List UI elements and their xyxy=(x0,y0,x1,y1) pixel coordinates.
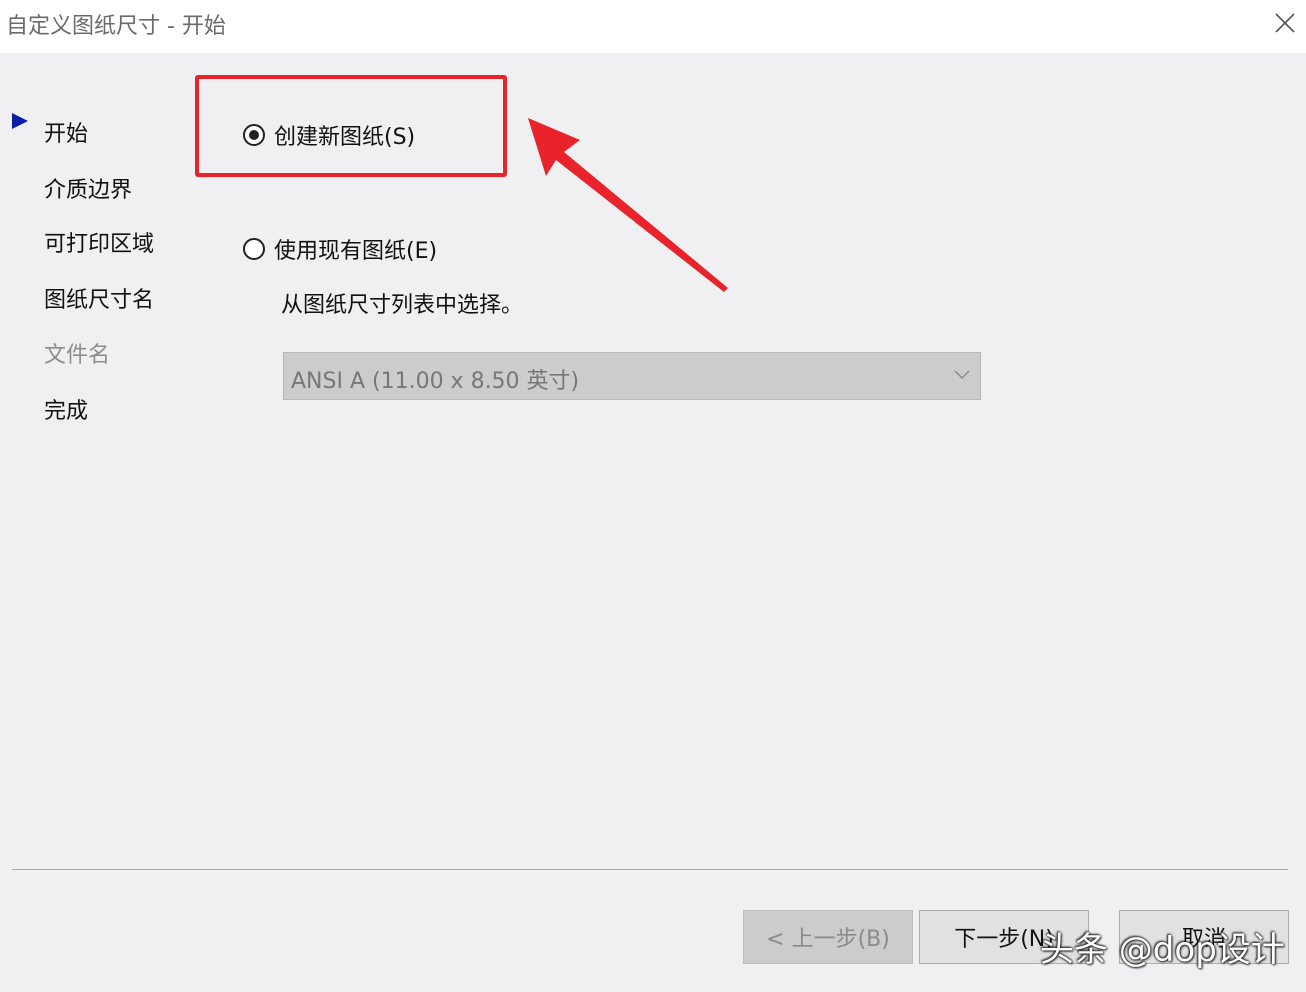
highlight-box-annotation xyxy=(195,75,507,177)
watermark: 头条 @dop设计 xyxy=(1040,930,1285,970)
play-arrow-icon xyxy=(12,113,28,129)
paper-size-select-value: ANSI A (11.00 x 8.50 英寸) xyxy=(291,369,580,394)
chevron-down-icon xyxy=(954,370,970,379)
close-icon xyxy=(1275,13,1295,33)
footer-divider xyxy=(12,869,1288,870)
paper-size-hint: 从图纸尺寸列表中选择。 xyxy=(281,293,524,318)
window-title: 自定义图纸尺寸 - 开始 xyxy=(6,14,226,39)
nav-item-finish[interactable]: 完成 xyxy=(44,393,88,425)
nav-item-start[interactable]: 开始 xyxy=(44,116,88,148)
close-button[interactable] xyxy=(1268,6,1302,40)
paper-size-select: ANSI A (11.00 x 8.50 英寸) xyxy=(283,352,981,400)
arrow-annotation-icon xyxy=(528,118,728,292)
use-existing-paper-label: 使用现有图纸(E) xyxy=(274,239,438,264)
nav-item-paper-size-name[interactable]: 图纸尺寸名 xyxy=(44,282,154,314)
title-bar: 自定义图纸尺寸 - 开始 xyxy=(0,0,1306,53)
radio-unchecked-indicator xyxy=(243,238,265,260)
nav-item-printable-area[interactable]: 可打印区域 xyxy=(44,226,154,258)
use-existing-paper-radio[interactable]: 使用现有图纸(E) xyxy=(243,234,437,264)
nav-item-media-bounds[interactable]: 介质边界 xyxy=(44,172,132,204)
back-button: < 上一步(B) xyxy=(743,910,913,964)
nav-item-file-name: 文件名 xyxy=(44,343,111,368)
